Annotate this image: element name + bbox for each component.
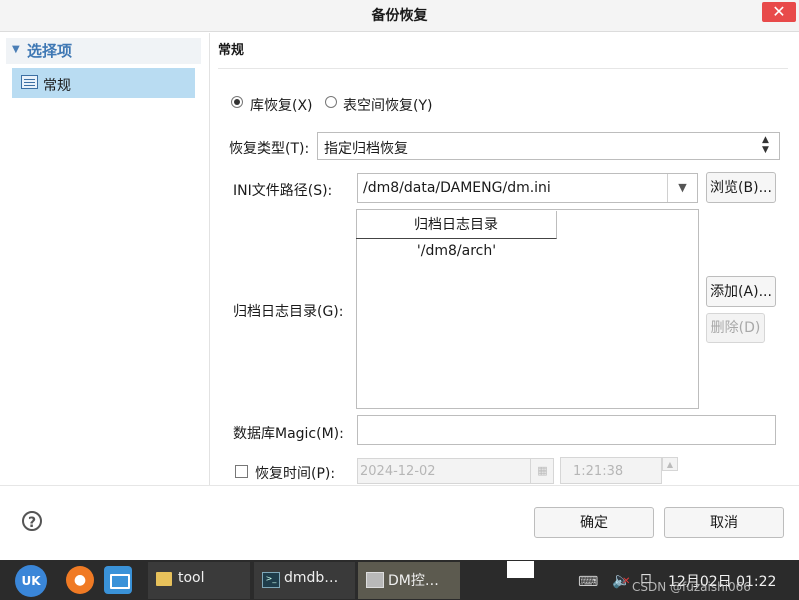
- watermark: CSDN @fuzaishi066: [632, 580, 751, 594]
- dm-console-icon: [366, 572, 384, 588]
- taskbar-item-tool[interactable]: tool: [148, 562, 250, 599]
- db-restore-radio[interactable]: [231, 96, 243, 108]
- cancel-button[interactable]: 取消: [664, 507, 784, 538]
- restore-time-label[interactable]: 恢复时间(P):: [255, 463, 335, 483]
- section-title: 常规: [218, 43, 245, 58]
- dropdown-arrow-icon[interactable]: ▼: [667, 174, 697, 202]
- section-divider: [218, 68, 788, 69]
- calendar-icon[interactable]: ▦: [530, 459, 554, 483]
- spinner-arrows-icon[interactable]: ▲ ▼: [762, 135, 769, 155]
- restore-date-field[interactable]: 2024-12-02: [357, 458, 554, 484]
- taskbar-item-dmdb[interactable]: >_ dmdb…: [254, 562, 355, 599]
- restore-time-field[interactable]: 1:21:38: [560, 457, 662, 484]
- sidebar-item-label: 常规: [43, 78, 71, 94]
- tray-window-preview[interactable]: [507, 561, 534, 578]
- ini-path-value[interactable]: /dm8/data/DAMENG/dm.ini: [363, 180, 551, 196]
- restore-type-value: 指定归档恢复: [324, 141, 408, 157]
- db-magic-input[interactable]: [357, 415, 776, 445]
- archive-dir-table[interactable]: [356, 209, 699, 409]
- options-sidebar: [0, 33, 210, 485]
- taskbar-item-label: tool: [178, 570, 205, 586]
- file-manager-icon[interactable]: [104, 566, 132, 594]
- sidebar-item-general[interactable]: [12, 68, 195, 98]
- folder-icon: [156, 572, 172, 586]
- sidebar-header-label: 选择项: [27, 42, 73, 60]
- close-button[interactable]: ✕: [762, 2, 796, 22]
- restore-time-checkbox[interactable]: [235, 465, 248, 478]
- archive-dir-column-header[interactable]: 归档日志目录: [356, 211, 557, 239]
- taskbar-item-dm-console[interactable]: DM控…: [358, 562, 460, 599]
- firefox-icon[interactable]: ●: [66, 566, 94, 594]
- window-title: 备份恢复: [371, 8, 428, 24]
- start-menu-icon[interactable]: UK: [15, 565, 47, 597]
- taskbar-item-label: dmdb…: [284, 570, 339, 586]
- help-icon[interactable]: ?: [22, 511, 42, 531]
- tablespace-restore-label[interactable]: 表空间恢复(Y): [343, 95, 432, 115]
- spin-up-icon[interactable]: ▲: [662, 457, 678, 471]
- db-magic-label: 数据库Magic(M):: [233, 426, 344, 442]
- archive-dir-label: 归档日志目录(G):: [233, 304, 344, 320]
- mute-x-icon: ✕: [622, 576, 631, 587]
- keyboard-icon[interactable]: ⌨: [578, 574, 598, 590]
- table-row[interactable]: '/dm8/arch': [356, 243, 557, 259]
- browse-button[interactable]: 浏览(B)...: [706, 172, 776, 203]
- ok-button[interactable]: 确定: [534, 507, 654, 538]
- ini-path-label: INI文件路径(S):: [233, 183, 333, 199]
- restore-type-label: 恢复类型(T):: [229, 141, 310, 157]
- list-page-icon: [21, 75, 38, 89]
- taskbar-item-label: DM控…: [388, 573, 439, 589]
- db-restore-label[interactable]: 库恢复(X): [250, 95, 313, 115]
- delete-button[interactable]: 删除(D): [706, 313, 765, 343]
- terminal-icon: >_: [262, 572, 280, 588]
- collapse-triangle-icon[interactable]: ▼: [12, 44, 20, 55]
- add-button[interactable]: 添加(A)...: [706, 276, 776, 307]
- tablespace-restore-radio[interactable]: [325, 96, 337, 108]
